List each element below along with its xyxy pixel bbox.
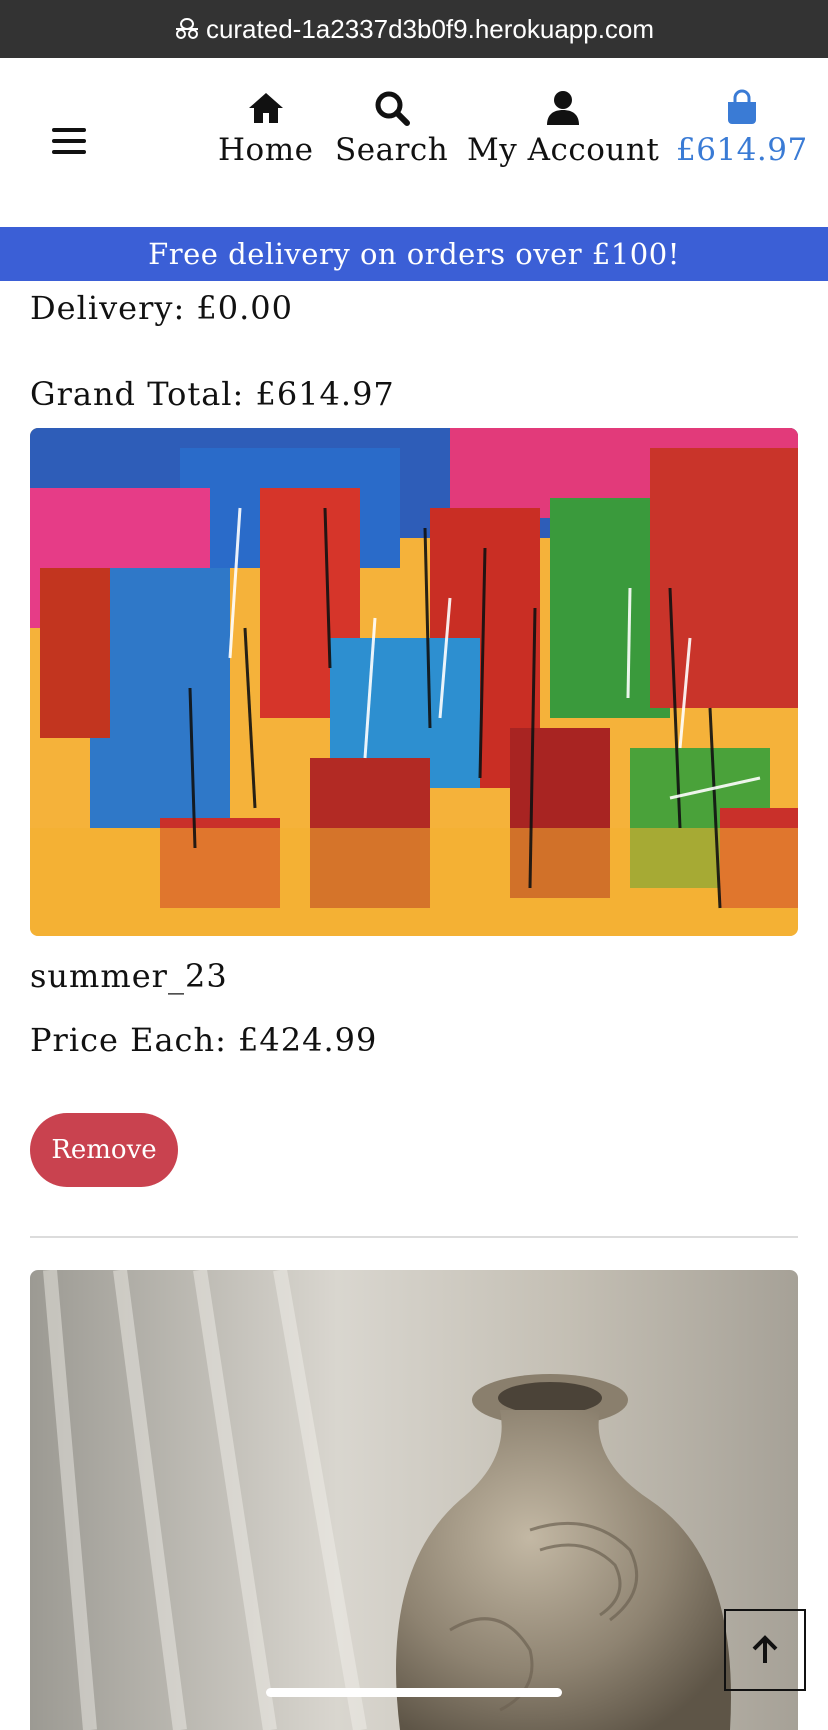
lock-icon <box>174 16 200 42</box>
nav-home-label: Home <box>218 132 314 168</box>
item-divider <box>30 1236 798 1238</box>
remove-button[interactable]: Remove <box>30 1113 178 1187</box>
menu-icon[interactable] <box>52 128 86 154</box>
arrow-up-icon <box>752 1635 778 1663</box>
nav-shopping-bag[interactable]: £614.97 <box>676 88 808 168</box>
nav-search-label: Search <box>335 132 449 168</box>
bag-total: £614.97 <box>676 132 808 168</box>
home-icon <box>248 93 283 123</box>
browser-url-bar[interactable]: curated-1a2337d3b0f9.herokuapp.com <box>0 0 828 58</box>
product-image-ceramic-vase <box>30 1270 798 1730</box>
grand-total: Grand Total: £614.97 <box>30 375 395 413</box>
delivery-banner-text: Free delivery on orders over £100! <box>148 237 680 271</box>
user-icon <box>547 91 580 125</box>
nav-account-label: My Account <box>467 132 660 168</box>
delivery-cost: Delivery: £0.00 <box>30 289 294 327</box>
product-name: summer_23 <box>30 957 228 995</box>
delivery-banner: Free delivery on orders over £100! <box>0 227 828 281</box>
back-to-top-button[interactable] <box>724 1609 806 1691</box>
home-indicator[interactable] <box>266 1688 562 1697</box>
nav-my-account[interactable]: My Account <box>467 88 659 168</box>
nav-search[interactable]: Search <box>335 88 448 168</box>
url-text: curated-1a2337d3b0f9.herokuapp.com <box>205 13 655 44</box>
product-price: Price Each: £424.99 <box>30 1021 378 1059</box>
product-image-abstract-painting <box>30 428 798 936</box>
main-navbar: Home Search My Account £614.97 <box>0 58 828 227</box>
search-icon <box>375 91 410 126</box>
shopping-bag-icon <box>727 89 756 124</box>
nav-home[interactable]: Home <box>218 88 313 168</box>
